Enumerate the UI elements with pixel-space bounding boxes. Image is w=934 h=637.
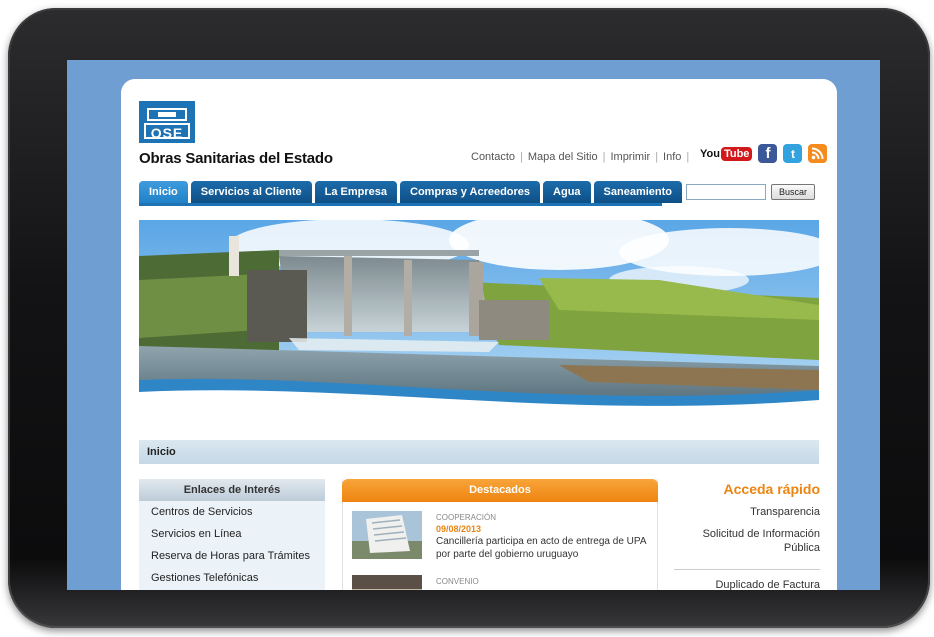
link-imprimir[interactable]: Imprimir [610, 151, 650, 163]
news-thumbnail[interactable] [352, 575, 422, 590]
main-nav: Inicio Servicios al Cliente La Empresa C… [139, 181, 683, 203]
breadcrumb: Inicio [139, 440, 819, 464]
top-links: Contacto | Mapa del Sitio | Imprimir | I… [471, 151, 694, 163]
destacados-panel: Destacados COOPERACIÓN 09/08/2013 Cancil… [342, 479, 658, 590]
separator: | [655, 151, 659, 163]
enlace-item[interactable]: Gestiones Telefónicas [139, 567, 325, 589]
tab-agua[interactable]: Agua [543, 181, 591, 203]
destacados-heading: Destacados [342, 479, 658, 502]
acceda-link-solicitud[interactable]: Solicitud de Información Pública [674, 527, 820, 555]
divider [674, 569, 820, 570]
enlace-item[interactable]: Reserva de Horas para Trámites [139, 545, 325, 567]
facebook-glyph: f [765, 145, 771, 162]
ose-logo[interactable]: OSE [139, 101, 195, 143]
acceda-link-transparencia[interactable]: Transparencia [674, 505, 820, 519]
news-date: 09/08/2013 [436, 524, 482, 534]
twitter-glyph: t [790, 146, 795, 161]
acceda-panel: Acceda rápido Transparencia Solicitud de… [674, 479, 820, 590]
enlaces-heading: Enlaces de Interés [139, 479, 325, 501]
link-contacto[interactable]: Contacto [471, 151, 515, 163]
news-item[interactable]: COOPERACIÓN 09/08/2013 Cancillería parti… [343, 502, 657, 566]
acceda-link-duplicado[interactable]: Duplicado de Factura [674, 578, 820, 590]
social-icons: You Tube f t [700, 144, 828, 163]
rss-glyph [812, 147, 824, 160]
link-mapa-del-sitio[interactable]: Mapa del Sitio [528, 151, 598, 163]
news-category: CONVENIO [436, 577, 479, 586]
acceda-heading: Acceda rápido [723, 481, 820, 497]
separator: | [686, 151, 690, 163]
news-item[interactable]: CONVENIO [343, 566, 657, 590]
rss-icon[interactable] [808, 144, 828, 163]
search-input[interactable] [686, 184, 766, 200]
twitter-icon[interactable]: t [783, 144, 803, 163]
enlaces-panel: Enlaces de Interés Centros de Servicios … [139, 479, 325, 590]
tablet-screen: OSE Obras Sanitarias del Estado Contacto… [67, 60, 880, 590]
separator: | [520, 151, 523, 163]
site-title: Obras Sanitarias del Estado [139, 150, 333, 167]
logo-text: OSE [144, 123, 190, 141]
youtube-tube-text: Tube [720, 146, 753, 161]
link-info[interactable]: Info [663, 151, 681, 163]
web-page: OSE Obras Sanitarias del Estado Contacto… [121, 79, 837, 590]
search-button[interactable]: Buscar [771, 184, 815, 200]
news-thumbnail[interactable] [352, 511, 422, 559]
tab-la-empresa[interactable]: La Empresa [314, 181, 397, 203]
tab-saneamiento[interactable]: Saneamiento [593, 181, 683, 203]
enlace-item[interactable]: Servicios en Línea [139, 523, 325, 545]
news-title[interactable]: Cancillería participa en acto de entrega… [436, 535, 646, 561]
separator: | [602, 151, 606, 163]
youtube-icon[interactable]: You Tube [700, 146, 753, 161]
dam-banner-image [139, 220, 819, 416]
enlace-item[interactable]: Centros de Servicios [139, 501, 325, 523]
logo-emblem [147, 108, 187, 121]
tab-servicios-al-cliente[interactable]: Servicios al Cliente [190, 181, 312, 203]
news-category: COOPERACIÓN [436, 513, 497, 522]
tab-compras-y-acreedores[interactable]: Compras y Acreedores [400, 181, 541, 203]
nav-underline [139, 203, 662, 206]
tab-inicio[interactable]: Inicio [139, 181, 188, 203]
tablet-frame: OSE Obras Sanitarias del Estado Contacto… [8, 8, 930, 628]
youtube-you-text: You [700, 147, 720, 160]
facebook-icon[interactable]: f [758, 144, 778, 163]
